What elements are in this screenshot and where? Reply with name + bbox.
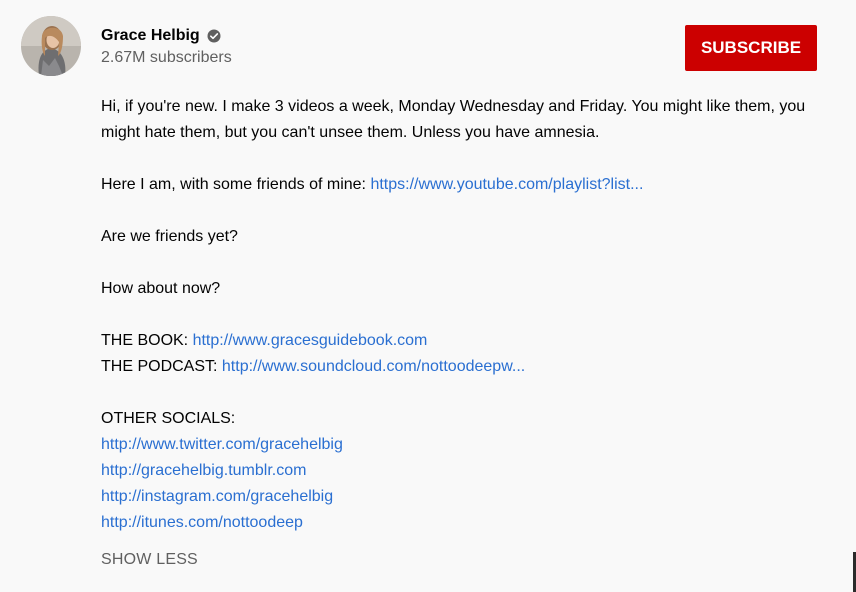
description-how-about: How about now? [101,280,221,297]
channel-description: Hi, if you're new. I make 3 videos a wee… [101,94,821,536]
description-friends-line: Here I am, with some friends of mine: ht… [101,172,821,198]
book-link[interactable]: http://www.gracesguidebook.com [193,332,428,349]
show-less-button[interactable]: SHOW LESS [101,550,198,570]
twitter-link[interactable]: http://www.twitter.com/gracehelbig [101,436,343,453]
social-link-line: http://itunes.com/nottoodeep [101,510,821,536]
podcast-link[interactable]: http://www.soundcloud.com/nottoodeepw... [222,358,525,375]
verified-check-icon [207,29,221,43]
channel-about-page: Grace Helbig 2.67M subscribers SUBSCRIBE… [0,0,856,592]
description-book-line: THE BOOK: http://www.gracesguidebook.com [101,328,821,354]
social-link-line: http://instagram.com/gracehelbig [101,484,821,510]
playlist-link[interactable]: https://www.youtube.com/playlist?list... [370,176,643,193]
socials-heading: OTHER SOCIALS: [101,410,236,427]
podcast-prefix-text: THE PODCAST: [101,358,222,375]
instagram-link[interactable]: http://instagram.com/gracehelbig [101,488,333,505]
description-podcast-line: THE PODCAST: http://www.soundcloud.com/n… [101,354,821,380]
avatar-image [21,16,81,76]
friends-prefix-text: Here I am, with some friends of mine: [101,176,371,193]
book-prefix-text: THE BOOK: [101,332,193,349]
itunes-link[interactable]: http://itunes.com/nottoodeep [101,514,303,531]
subscriber-count: 2.67M subscribers [101,49,232,66]
channel-name-row: Grace Helbig [101,26,221,46]
social-link-line: http://www.twitter.com/gracehelbig [101,432,821,458]
description-intro: Hi, if you're new. I make 3 videos a wee… [101,98,806,141]
description-friends-yet: Are we friends yet? [101,228,238,245]
tumblr-link[interactable]: http://gracehelbig.tumblr.com [101,462,306,479]
channel-avatar[interactable] [21,16,81,76]
channel-owner-header: Grace Helbig 2.67M subscribers SUBSCRIBE [0,0,856,90]
subscribe-button[interactable]: SUBSCRIBE [685,25,817,71]
channel-name[interactable]: Grace Helbig [101,26,200,46]
social-link-line: http://gracehelbig.tumblr.com [101,458,821,484]
